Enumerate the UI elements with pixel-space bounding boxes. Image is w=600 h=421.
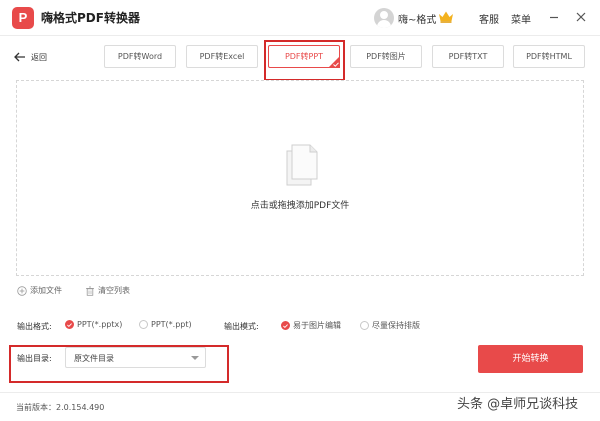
avatar[interactable] [374, 8, 394, 28]
drop-zone-text: 点击或拖拽添加PDF文件 [250, 201, 350, 211]
format-pptx-radio[interactable]: PPT(*.pptx) [65, 320, 122, 329]
radio-unchecked-icon [139, 320, 148, 329]
customer-service-link[interactable]: 客服 [479, 11, 499, 26]
trash-icon [86, 286, 94, 296]
mode-image-edit-label: 易于图片编辑 [293, 321, 341, 330]
output-format-label: 输出格式: [17, 322, 52, 331]
arrow-left-icon [14, 52, 25, 62]
annotation-highlight-tab [264, 40, 345, 81]
output-mode-label: 输出模式: [224, 322, 259, 331]
tab-pdf-to-word[interactable]: PDF转Word [104, 45, 176, 68]
mode-keep-layout-radio[interactable]: 尽量保持排版 [360, 320, 420, 331]
tab-pdf-to-txt[interactable]: PDF转TXT [432, 45, 504, 68]
menu-link[interactable]: 菜单 [511, 11, 531, 26]
format-ppt-label: PPT(*.ppt) [151, 320, 192, 329]
format-ppt-radio[interactable]: PPT(*.ppt) [139, 320, 192, 329]
back-label: 返回 [31, 52, 47, 62]
version-text: 当前版本：2.0.154.490 [16, 403, 105, 412]
radio-checked-icon [65, 320, 74, 329]
back-button[interactable]: 返回 [14, 49, 47, 65]
username[interactable]: 嗨~格式 [398, 11, 436, 26]
clear-list-button[interactable]: 清空列表 [85, 285, 130, 296]
watermark-text: 头条 @卓师兄谈科技 [457, 397, 579, 412]
app-logo-icon: P [12, 7, 34, 29]
add-file-button[interactable]: 添加文件 [17, 285, 62, 296]
tab-pdf-to-html[interactable]: PDF转HTML [513, 45, 585, 68]
start-convert-button[interactable]: 开始转换 [478, 345, 583, 373]
radio-unchecked-icon [360, 321, 369, 330]
mode-keep-layout-label: 尽量保持排版 [372, 321, 420, 330]
plus-circle-icon [17, 285, 27, 296]
app-title: 嗨格式PDF转换器 [41, 11, 140, 25]
close-icon[interactable] [573, 9, 589, 25]
document-icon[interactable] [284, 144, 320, 186]
format-pptx-label: PPT(*.pptx) [77, 320, 123, 329]
mode-image-edit-radio[interactable]: 易于图片编辑 [281, 320, 341, 331]
radio-checked-icon [281, 321, 290, 330]
add-file-label: 添加文件 [30, 286, 62, 295]
annotation-highlight-output-dir [9, 345, 229, 383]
vip-crown-icon[interactable] [438, 10, 454, 23]
minimize-icon[interactable] [546, 9, 562, 25]
tab-pdf-to-excel[interactable]: PDF转Excel [186, 45, 258, 68]
title-bar: P 嗨格式PDF转换器 嗨~格式 客服 菜单 [0, 0, 600, 36]
clear-list-label: 清空列表 [98, 286, 130, 295]
tab-pdf-to-image[interactable]: PDF转图片 [350, 45, 422, 68]
